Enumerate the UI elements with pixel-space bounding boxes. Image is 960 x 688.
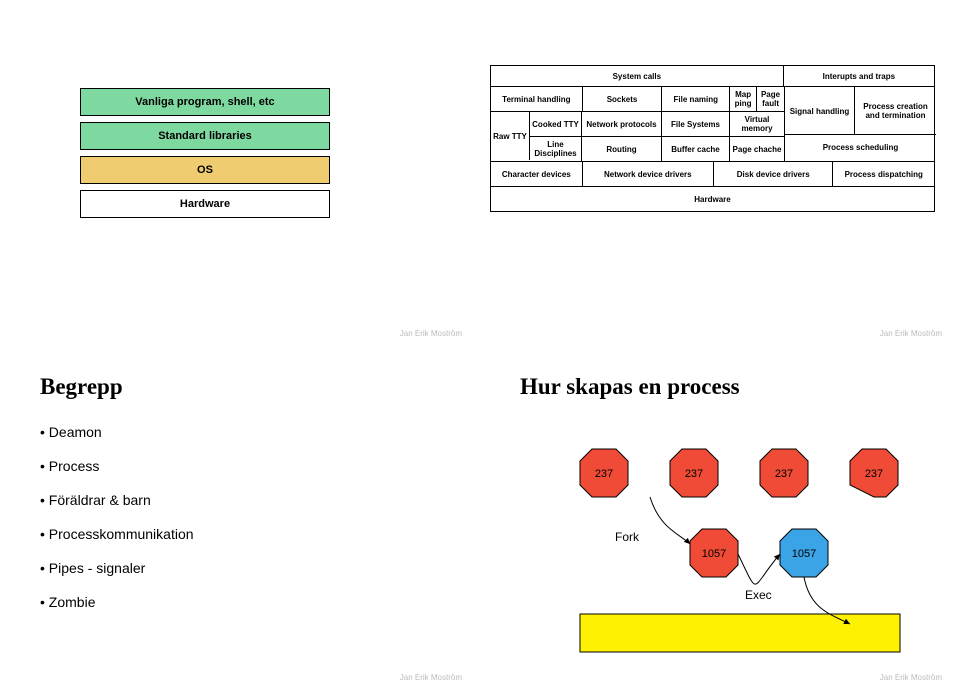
cell-cooked-tty: Cooked TTY xyxy=(530,112,582,136)
slide-attribution: Jan Erik Moström xyxy=(880,673,942,682)
layer-stdlib: Standard libraries xyxy=(80,122,330,150)
layer-hardware: Hardware xyxy=(80,190,330,218)
parent-process: 237 xyxy=(850,449,898,497)
cell-process-creation: Process creation and termination xyxy=(855,87,936,135)
slide-attribution: Jan Erik Moström xyxy=(880,329,942,338)
list-item: Föräldrar & barn xyxy=(40,492,194,508)
cell-terminal-handling: Terminal handling xyxy=(491,87,583,111)
layer-apps: Vanliga program, shell, etc xyxy=(80,88,330,116)
slide-attribution: Jan Erik Moström xyxy=(400,329,462,338)
child-process: 1057 xyxy=(690,529,738,577)
cell-file-naming: File naming xyxy=(662,87,730,111)
pid-label: 1057 xyxy=(792,548,816,560)
cell-buffer-cache: Buffer cache xyxy=(662,137,730,161)
list-item: Processkommunikation xyxy=(40,526,194,542)
cell-interrupts: Interupts and traps xyxy=(784,66,934,86)
cell-signal-handling: Signal handling xyxy=(785,87,855,135)
cell-hardware: Hardware xyxy=(491,187,934,211)
cell-process-dispatching: Process dispatching xyxy=(833,162,934,186)
concept-list: Deamon Process Föräldrar & barn Processk… xyxy=(40,424,194,628)
cell-disk-drivers: Disk device drivers xyxy=(714,162,833,186)
slide-attribution: Jan Erik Moström xyxy=(400,673,462,682)
exec-label: Exec xyxy=(745,588,772,602)
pid-label: 237 xyxy=(775,468,793,480)
cell-network-protocols: Network protocols xyxy=(582,112,662,136)
cell-process-scheduling: Process scheduling xyxy=(785,135,936,159)
list-item: Zombie xyxy=(40,594,194,610)
pid-label: 237 xyxy=(865,468,883,480)
pid-label: 1057 xyxy=(702,548,726,560)
parent-process: 237 xyxy=(580,449,628,497)
child-process-exec: 1057 xyxy=(780,529,828,577)
cell-line-disciplines: Line Disciplines xyxy=(530,137,582,161)
cell-syscalls: System calls xyxy=(491,66,784,86)
table-row: Hardware xyxy=(491,187,934,211)
cell-mapping: Map ping xyxy=(730,87,757,111)
fork-arrow xyxy=(650,497,690,544)
list-item: Pipes - signaler xyxy=(40,560,194,576)
region xyxy=(580,614,900,652)
list-item: Deamon xyxy=(40,424,194,440)
process-diagram: 237 237 237 237 1057 1057 Fork Exec xyxy=(520,419,920,659)
cell-virtual-memory: Virtual memory xyxy=(730,112,784,136)
parent-process: 237 xyxy=(760,449,808,497)
os-structure-table: System calls Interupts and traps Termina… xyxy=(490,65,935,212)
layer-os: OS xyxy=(80,156,330,184)
pid-label: 237 xyxy=(595,468,613,480)
layer-stack: Vanliga program, shell, etc Standard lib… xyxy=(80,88,330,224)
cell-char-devices: Character devices xyxy=(491,162,583,186)
pid-label: 237 xyxy=(685,468,703,480)
table-row: Character devices Network device drivers… xyxy=(491,162,934,187)
cell-file-systems: File Systems xyxy=(662,112,730,136)
cell-sockets: Sockets xyxy=(583,87,663,111)
cell-raw-tty: Raw TTY xyxy=(491,112,530,160)
table-row: System calls Interupts and traps xyxy=(491,66,934,87)
cell-network-drivers: Network device drivers xyxy=(583,162,714,186)
exec-arrow xyxy=(738,554,780,584)
slide-title: Hur skapas en process xyxy=(520,374,740,400)
cell-page-cache: Page chache xyxy=(730,137,784,161)
cell-routing: Routing xyxy=(582,137,662,161)
parent-process: 237 xyxy=(670,449,718,497)
cell-page-fault: Page fault xyxy=(757,87,784,111)
slide-title: Begrepp xyxy=(40,374,123,400)
fork-label: Fork xyxy=(615,530,640,544)
list-item: Process xyxy=(40,458,194,474)
